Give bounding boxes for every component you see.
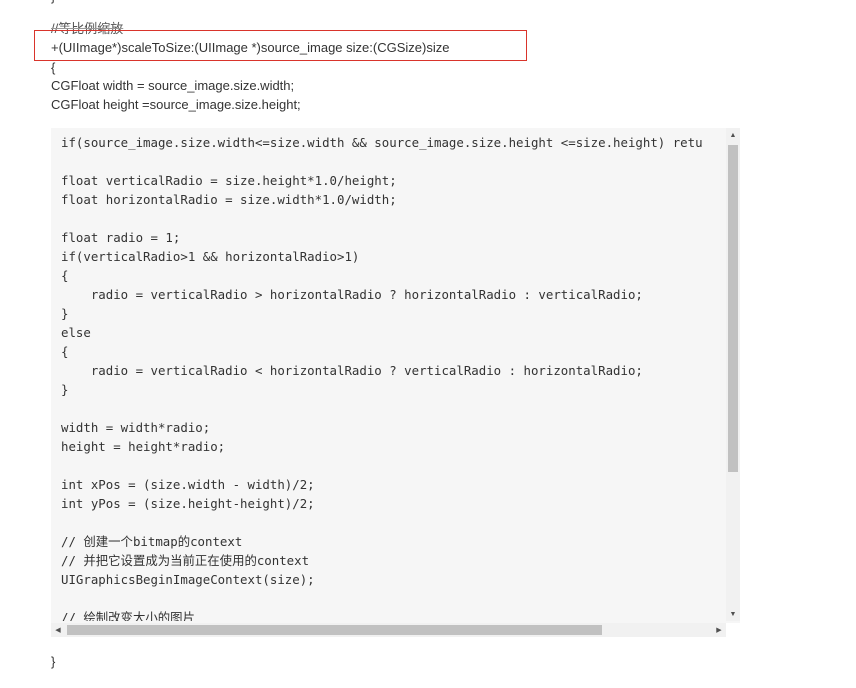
signature-highlight-box [34, 30, 527, 61]
code-line: // 绘制改变大小的图片 [61, 610, 195, 621]
code-viewport: if(source_image.size.width<=size.width &… [51, 128, 726, 621]
previous-close-brace: } [51, 0, 55, 6]
code-lines: if(source_image.size.width<=size.width &… [61, 133, 703, 621]
code-line: // 创建一个bitmap的context [61, 534, 243, 549]
code-line: } [61, 306, 69, 321]
code-block[interactable]: if(source_image.size.width<=size.width &… [51, 128, 740, 637]
code-line: if(verticalRadio>1 && horizontalRadio>1) [61, 249, 360, 264]
method-close-brace: } [51, 654, 56, 669]
code-line: int xPos = (size.width - width)/2; [61, 477, 315, 492]
horizontal-scrollbar[interactable]: ◀ ▶ [51, 623, 726, 637]
code-line: float verticalRadio = size.height*1.0/he… [61, 173, 397, 188]
code-line: radio = verticalRadio > horizontalRadio … [61, 287, 643, 302]
code-line: { [61, 344, 69, 359]
horizontal-scroll-thumb[interactable] [67, 625, 602, 635]
method-open-brace: { [51, 60, 56, 75]
code-line: float horizontalRadio = size.width*1.0/w… [61, 192, 397, 207]
code-line: height = height*radio; [61, 439, 226, 454]
scroll-right-icon[interactable]: ▶ [712, 623, 726, 637]
scroll-left-icon[interactable]: ◀ [51, 623, 65, 637]
scroll-down-icon[interactable]: ▼ [726, 607, 740, 621]
code-line: if(source_image.size.width<=size.width &… [61, 135, 703, 150]
code-line: // 并把它设置成为当前正在使用的context [61, 553, 310, 568]
code-line: { [61, 268, 69, 283]
code-line: else [61, 325, 91, 340]
code-line: } [61, 382, 69, 397]
code-line: UIGraphicsBeginImageContext(size); [61, 572, 315, 587]
height-declaration: CGFloat height =source_image.size.height… [51, 97, 301, 112]
code-line: width = width*radio; [61, 420, 211, 435]
scroll-up-icon[interactable]: ▲ [726, 128, 740, 142]
scrollbar-corner [726, 623, 740, 637]
code-line: radio = verticalRadio < horizontalRadio … [61, 363, 643, 378]
vertical-scroll-thumb[interactable] [728, 145, 738, 472]
width-declaration: CGFloat width = source_image.size.width; [51, 78, 295, 93]
code-line: int yPos = (size.height-height)/2; [61, 496, 315, 511]
vertical-scrollbar[interactable]: ▲ ▼ [726, 128, 740, 621]
code-line: float radio = 1; [61, 230, 181, 245]
